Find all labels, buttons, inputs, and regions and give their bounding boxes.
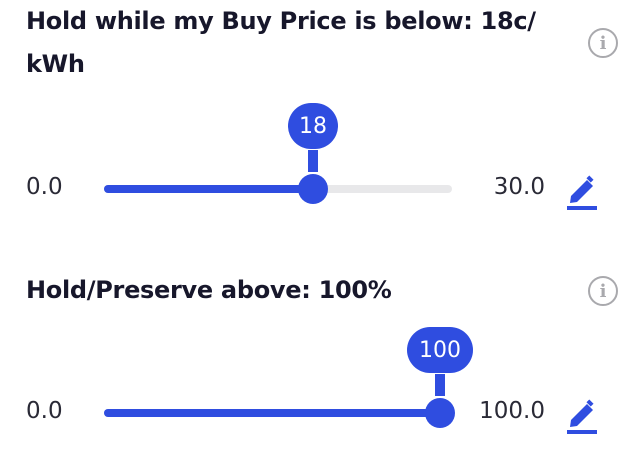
buy-price-max-label: 30.0 — [493, 174, 545, 200]
buy-price-min-label: 0.0 — [26, 174, 63, 200]
pencil-icon[interactable] — [565, 396, 599, 436]
info-icon[interactable]: i — [588, 276, 618, 306]
info-icon[interactable]: i — [588, 28, 618, 58]
buy-price-bubble-tail — [308, 150, 318, 172]
hold-preserve-title: Hold/Preserve above: 100% — [26, 276, 392, 304]
buy-price-slider-fill — [104, 185, 313, 193]
hold-preserve-bubble-tail — [435, 374, 445, 396]
buy-price-title: Hold while my Buy Price is below: 18c/ k… — [26, 7, 536, 78]
hold-preserve-max-label: 100.0 — [479, 398, 545, 424]
hold-preserve-slider-track[interactable] — [104, 409, 452, 417]
buy-price-setting: Hold while my Buy Price is below: 18c/ k… — [0, 0, 644, 225]
hold-preserve-slider-fill — [104, 409, 440, 417]
buy-price-slider-thumb[interactable] — [298, 174, 328, 204]
hold-preserve-slider-thumb[interactable] — [425, 398, 455, 428]
buy-price-value-bubble: 18 — [288, 103, 338, 149]
hold-preserve-value-bubble: 100 — [407, 327, 473, 373]
buy-price-slider-track[interactable] — [104, 185, 452, 193]
pencil-icon[interactable] — [565, 172, 599, 212]
hold-preserve-min-label: 0.0 — [26, 398, 63, 424]
hold-preserve-setting: Hold/Preserve above: 100% i 0.0 100 100.… — [0, 225, 644, 453]
